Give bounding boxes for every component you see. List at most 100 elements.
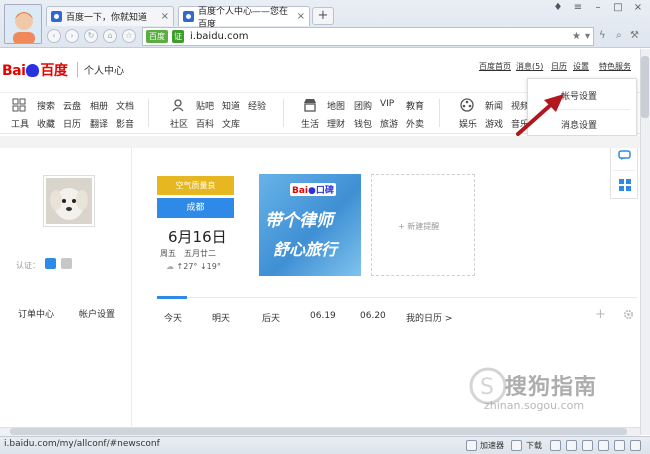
link-baidu-home[interactable]: 百度首页 (479, 61, 511, 72)
close-icon[interactable]: × (161, 11, 169, 22)
star-icon[interactable]: ★ (572, 31, 581, 42)
window-close-icon[interactable]: × (628, 0, 648, 16)
weather-date: 6月16日 (168, 228, 227, 246)
svc-search[interactable]: 搜索 (37, 99, 55, 112)
trash-icon[interactable] (630, 440, 641, 451)
user-avatar[interactable] (4, 4, 42, 44)
baidu-paw-icon (183, 11, 194, 22)
status-url: i.baidu.com/my/allconf/#newsconf (4, 439, 160, 449)
svc-favorites[interactable]: 收藏 (37, 117, 55, 130)
minimize-icon[interactable]: – (588, 0, 608, 16)
cloud-icon: ☁ (166, 262, 174, 271)
tool-icon[interactable] (550, 440, 561, 451)
gear-icon[interactable] (623, 309, 634, 320)
address-bar[interactable]: 百度 证 i.baidu.com ★ ▾ (142, 27, 594, 46)
home-icon[interactable]: ⌂ (103, 29, 117, 43)
svc-games[interactable]: 游戏 (485, 117, 503, 130)
svc-jingyan[interactable]: 经验 (248, 99, 266, 112)
chevron-down-icon[interactable]: ▾ (585, 31, 590, 42)
tab-today[interactable]: 今天 (164, 311, 182, 324)
svc-baike[interactable]: 百科 (196, 117, 214, 130)
watermark-text: 搜狗指南 (505, 375, 598, 400)
tab-tomorrow[interactable]: 明天 (212, 311, 230, 324)
email-verify-icon[interactable] (61, 258, 72, 269)
url-text[interactable]: i.baidu.com (190, 31, 248, 42)
tab-0620[interactable]: 06.20 (360, 311, 386, 321)
svc-calendar[interactable]: 日历 (63, 117, 81, 130)
accelerator-label[interactable]: 加速器 (480, 440, 504, 451)
svc-media[interactable]: 影音 (116, 117, 134, 130)
horizontal-scroll-thumb[interactable] (10, 428, 627, 435)
tab-personal-center[interactable]: 百度个人中心——您在百度 × (178, 6, 310, 30)
link-messages[interactable]: 消息(5) (516, 61, 543, 72)
svc-life[interactable]: 生活 (301, 117, 319, 130)
forward-icon[interactable]: › (65, 29, 79, 43)
link-settings[interactable]: 设置 (573, 61, 589, 72)
back-icon[interactable]: ‹ (47, 29, 61, 43)
svc-wallet[interactable]: 钱包 (354, 117, 372, 130)
tab-rule (187, 297, 637, 298)
svc-tieba[interactable]: 贴吧 (196, 99, 214, 112)
svc-news[interactable]: 新闻 (485, 99, 503, 112)
tab-day-after[interactable]: 后天 (262, 311, 280, 324)
link-account-settings[interactable]: 帐户设置 (79, 307, 115, 320)
refresh-icon[interactable]: ↻ (84, 29, 98, 43)
svc-community[interactable]: 社区 (170, 117, 188, 130)
certificate-badge: 证 (172, 30, 184, 43)
svc-takeout[interactable]: 外卖 (406, 117, 424, 130)
svc-tools[interactable]: 工具 (11, 117, 29, 130)
gear-icon[interactable] (566, 440, 577, 451)
svc-education[interactable]: 教育 (406, 99, 424, 112)
profile-photo[interactable] (43, 175, 95, 227)
close-icon[interactable]: × (297, 11, 305, 22)
chat-icon[interactable] (618, 150, 631, 161)
svc-docs[interactable]: 文档 (116, 99, 134, 112)
add-icon[interactable]: + (595, 307, 606, 322)
phone-verify-icon[interactable] (45, 258, 56, 269)
koubei-ad-card[interactable]: Bai●口碑 带个律师 舒心旅行 (259, 174, 361, 276)
ad-line1: 带个律师 (265, 211, 333, 231)
svc-entertainment[interactable]: 娱乐 (459, 117, 477, 130)
lightning-icon[interactable]: ϟ (599, 30, 606, 41)
divider (439, 99, 440, 127)
link-calendar[interactable]: 日历 (551, 61, 567, 72)
air-quality-badge: 空气质量良 (157, 176, 234, 195)
divider (283, 99, 284, 127)
search-icon[interactable]: ⌕ (616, 30, 622, 41)
speaker-icon[interactable] (598, 440, 609, 451)
svc-wenku[interactable]: 文库 (222, 117, 240, 130)
grid-icon[interactable] (619, 179, 631, 191)
window-icon[interactable] (582, 440, 593, 451)
maximize-icon[interactable]: □ (608, 0, 628, 16)
menu-icon[interactable]: ≡ (568, 0, 588, 16)
shirt-icon[interactable]: ♦ (548, 0, 568, 16)
svc-cloud[interactable]: 云盘 (63, 99, 81, 112)
svc-zhidao[interactable]: 知道 (222, 99, 240, 112)
download-label[interactable]: 下载 (526, 440, 542, 451)
divider (148, 99, 149, 127)
download-icon[interactable] (511, 440, 522, 451)
zoom-icon[interactable] (614, 440, 625, 451)
star-icon[interactable]: ☆ (122, 29, 136, 43)
tab-0619[interactable]: 06.19 (310, 311, 336, 321)
svc-travel[interactable]: 旅游 (380, 117, 398, 130)
city-button[interactable]: 成都 (157, 198, 234, 218)
svc-album[interactable]: 相册 (90, 99, 108, 112)
tab-baidu-home[interactable]: 百度一下，你就知道 × (46, 6, 174, 26)
tab-title: 百度一下，你就知道 (66, 13, 148, 23)
tools-icon[interactable]: ⚒ (630, 30, 639, 41)
tab-title: 百度个人中心——您在百度 (198, 6, 289, 30)
svc-vip[interactable]: VIP (380, 99, 394, 109)
tab-my-calendar[interactable]: 我的日历 > (406, 311, 452, 324)
link-orders[interactable]: 订单中心 (18, 307, 54, 320)
svc-map[interactable]: 地图 (327, 99, 345, 112)
link-special-services[interactable]: 特色服务 (599, 61, 631, 72)
new-reminder-label: + 新建提醒 (398, 222, 440, 231)
accelerator-icon[interactable] (466, 440, 477, 451)
svc-translate[interactable]: 翻译 (90, 117, 108, 130)
svc-finance[interactable]: 理财 (327, 117, 345, 130)
svc-tuangou[interactable]: 团购 (354, 99, 372, 112)
baidu-logo[interactable]: Bai 百度 (2, 60, 68, 80)
new-tab-button[interactable]: + (312, 7, 334, 25)
scroll-thumb[interactable] (641, 56, 649, 118)
